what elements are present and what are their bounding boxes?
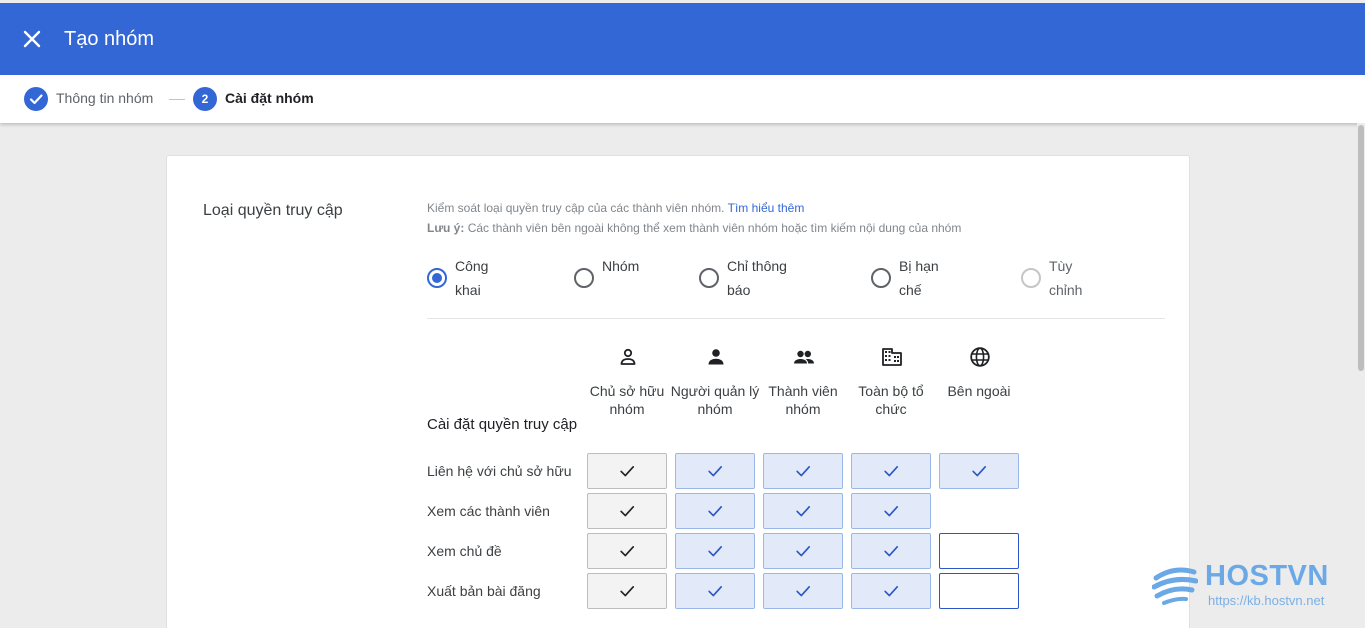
person-outline-icon bbox=[620, 348, 636, 365]
radio-button-disabled[interactable] bbox=[1021, 268, 1041, 288]
permission-checkbox-checked[interactable] bbox=[851, 533, 931, 569]
radio-label-group: Nhóm bbox=[602, 258, 640, 274]
scrollbar[interactable] bbox=[1357, 123, 1365, 628]
note-text: Các thành viên bên ngoài không thể xem t… bbox=[467, 221, 962, 235]
check-icon bbox=[708, 546, 723, 557]
radio-button[interactable] bbox=[574, 268, 594, 288]
permission-checkbox-checked[interactable] bbox=[851, 573, 931, 609]
check-icon bbox=[796, 506, 811, 517]
row-label-view-members: Xem các thành viên bbox=[427, 503, 550, 519]
column-header-owner: Chủ sở hữu nhóm bbox=[589, 383, 665, 417]
check-icon bbox=[620, 466, 635, 477]
permission-checkbox-checked[interactable] bbox=[851, 453, 931, 489]
learn-more-link[interactable]: Tìm hiểu thêm bbox=[728, 201, 805, 215]
permission-checkbox-checked[interactable] bbox=[763, 533, 843, 569]
row-label-contact-owner: Liên hệ với chủ sở hữu bbox=[427, 463, 572, 479]
hostvn-logo-icon bbox=[1152, 567, 1198, 605]
column-header-member: Thành viên nhóm bbox=[768, 383, 838, 417]
radio-option-custom[interactable]: Tùy chỉnh bbox=[1021, 254, 1082, 302]
people-icon bbox=[794, 350, 814, 364]
globe-icon bbox=[970, 347, 990, 367]
check-icon bbox=[620, 546, 635, 557]
permission-checkbox-checked[interactable] bbox=[763, 453, 843, 489]
radio-option-public[interactable]: Công khai bbox=[427, 254, 488, 302]
permission-checkbox-checked[interactable] bbox=[587, 453, 667, 489]
scrollbar-thumb[interactable] bbox=[1358, 125, 1364, 371]
radio-option-group[interactable]: Nhóm bbox=[574, 254, 639, 288]
building-icon bbox=[882, 348, 902, 366]
permission-checkbox-unchecked[interactable] bbox=[939, 573, 1019, 609]
settings-card: Loại quyền truy cập Kiểm soát loại quyền… bbox=[166, 155, 1190, 628]
check-icon bbox=[29, 94, 43, 105]
permission-checkbox-checked[interactable] bbox=[675, 533, 755, 569]
permission-checkbox-checked[interactable] bbox=[763, 493, 843, 529]
step-label-group-info[interactable]: Thông tin nhóm bbox=[56, 90, 153, 106]
column-header-organization: Toàn bộ tổ chức bbox=[858, 383, 924, 417]
permission-checkbox-checked[interactable] bbox=[587, 493, 667, 529]
permission-checkbox-checked[interactable] bbox=[587, 533, 667, 569]
permission-checkbox-checked[interactable] bbox=[587, 573, 667, 609]
radio-button-checked[interactable] bbox=[427, 268, 447, 288]
column-header-manager: Người quản lý nhóm bbox=[670, 383, 760, 417]
radio-button[interactable] bbox=[871, 268, 891, 288]
close-icon[interactable] bbox=[20, 27, 44, 51]
check-icon bbox=[708, 506, 723, 517]
hostvn-watermark: HOSTVN https://kb.hostvn.net bbox=[1152, 560, 1352, 612]
radio-label-custom: Tùy chỉnh bbox=[1049, 258, 1083, 298]
access-description-text: Kiểm soát loại quyền truy cập của các th… bbox=[427, 201, 725, 215]
check-icon bbox=[884, 506, 899, 517]
check-icon bbox=[796, 546, 811, 557]
step-label-group-settings: Cài đặt nhóm bbox=[225, 90, 314, 106]
step-number-indicator: 2 bbox=[193, 87, 217, 111]
radio-label-public: Công khai bbox=[455, 258, 489, 298]
check-icon bbox=[620, 506, 635, 517]
person-icon bbox=[708, 349, 724, 365]
row-label-publish-posts: Xuất bản bài đăng bbox=[427, 583, 541, 599]
watermark-brand: HOSTVN bbox=[1205, 560, 1329, 592]
check-icon bbox=[884, 546, 899, 557]
permission-checkbox-checked[interactable] bbox=[675, 573, 755, 609]
check-icon bbox=[884, 466, 899, 477]
watermark-url: https://kb.hostvn.net bbox=[1208, 593, 1325, 608]
step-connector bbox=[169, 99, 185, 100]
access-note: Lưu ý: Các thành viên bên ngoài không th… bbox=[427, 221, 961, 235]
permission-checkbox-checked[interactable] bbox=[675, 453, 755, 489]
step-done-indicator[interactable] bbox=[24, 87, 48, 111]
permission-checkbox-checked[interactable] bbox=[851, 493, 931, 529]
column-header-external: Bên ngoài bbox=[947, 383, 1011, 399]
check-icon bbox=[972, 466, 987, 477]
permission-checkbox-unchecked[interactable] bbox=[939, 533, 1019, 569]
row-label-view-topics: Xem chủ đề bbox=[427, 543, 502, 559]
page-title: Tạo nhóm bbox=[64, 28, 155, 50]
check-icon bbox=[708, 466, 723, 477]
radio-button[interactable] bbox=[699, 268, 719, 288]
divider bbox=[427, 318, 1165, 319]
check-icon bbox=[620, 586, 635, 597]
radio-option-restricted[interactable]: Bị hạn chế bbox=[871, 254, 939, 302]
permission-checkbox-checked[interactable] bbox=[939, 453, 1019, 489]
top-app-bar: Tạo nhóm bbox=[0, 3, 1365, 75]
radio-label-restricted: Bị hạn chế bbox=[899, 258, 939, 298]
stepper: Thông tin nhóm 2 Cài đặt nhóm bbox=[0, 75, 1365, 123]
check-icon bbox=[796, 586, 811, 597]
radio-label-announcement-only: Chỉ thông báo bbox=[727, 258, 787, 298]
permissions-table-title: Cài đặt quyền truy cập bbox=[427, 416, 578, 433]
permission-checkbox-checked[interactable] bbox=[763, 573, 843, 609]
note-label: Lưu ý: bbox=[427, 221, 465, 235]
permission-checkbox-checked[interactable] bbox=[675, 493, 755, 529]
check-icon bbox=[884, 586, 899, 597]
radio-option-announcement-only[interactable]: Chỉ thông báo bbox=[699, 254, 787, 302]
section-title-access-type: Loại quyền truy cập bbox=[203, 202, 343, 219]
check-icon bbox=[708, 586, 723, 597]
access-description: Kiểm soát loại quyền truy cập của các th… bbox=[427, 201, 804, 215]
check-icon bbox=[796, 466, 811, 477]
